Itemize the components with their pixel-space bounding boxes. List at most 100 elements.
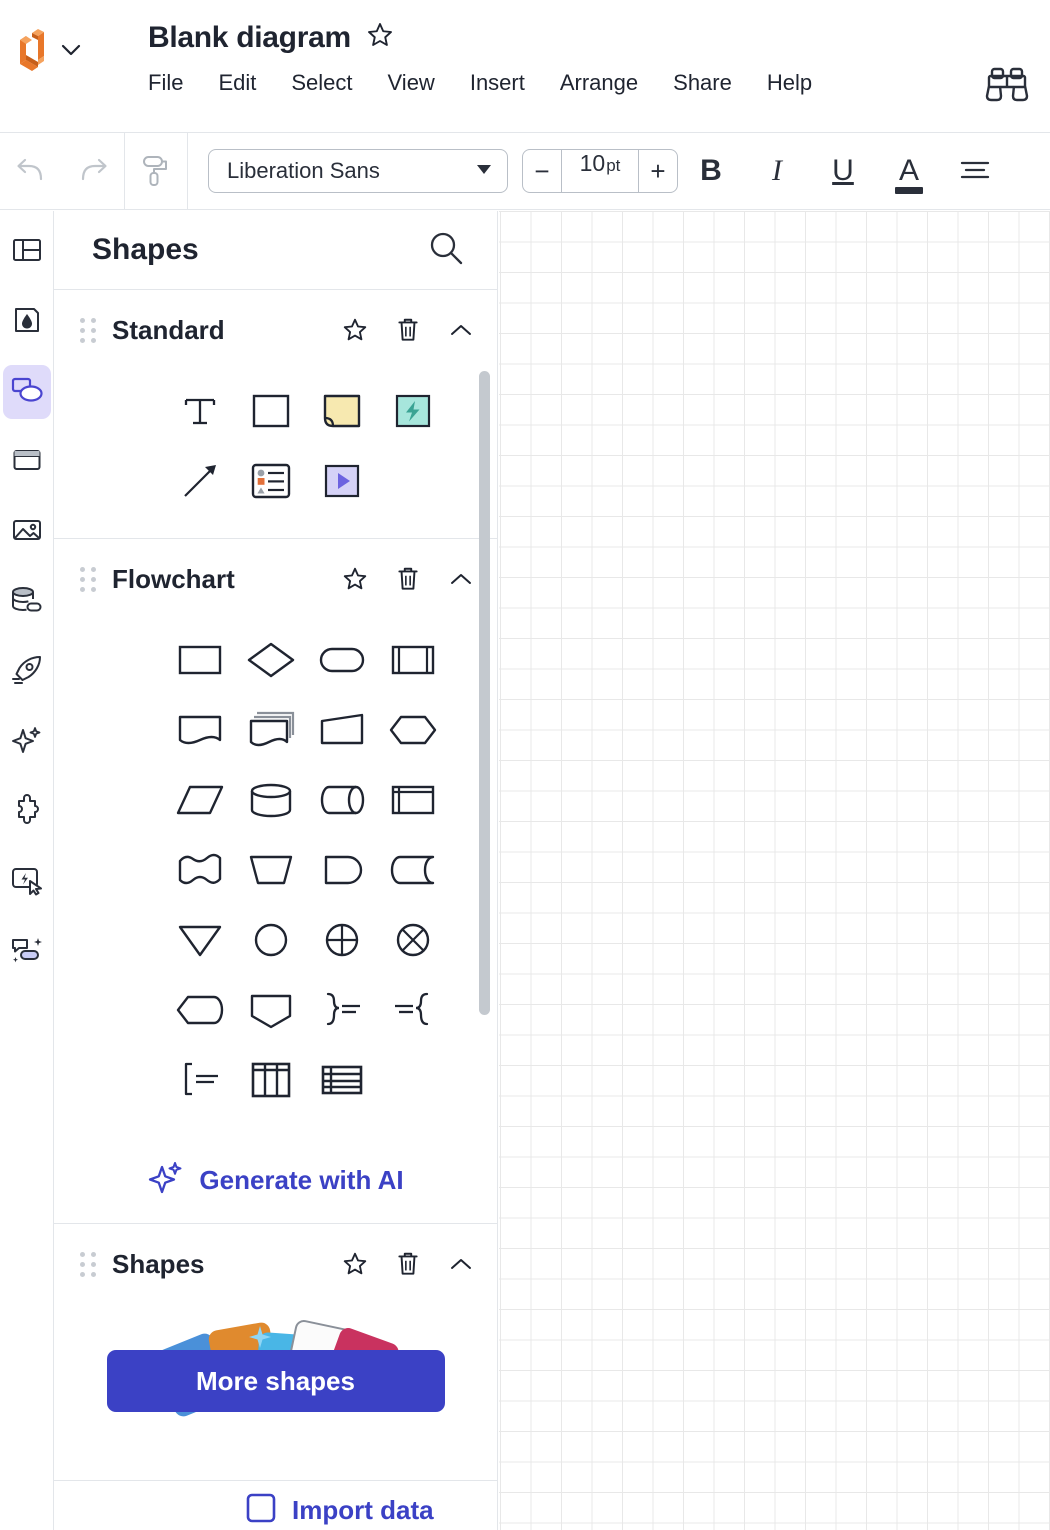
shape-terminator[interactable]: [306, 625, 377, 695]
shape-decision-diamond[interactable]: [235, 625, 306, 695]
shape-multi-document[interactable]: [235, 695, 306, 765]
chevron-up-icon[interactable]: [447, 570, 475, 588]
redo-arrow-icon[interactable]: [62, 132, 124, 210]
drag-handle-icon[interactable]: [80, 317, 102, 343]
shape-process-rectangle[interactable]: [164, 625, 235, 695]
sidebar-item-data-link[interactable]: [3, 575, 51, 629]
sidebar-item-rocket[interactable]: [3, 645, 51, 699]
menu-item-arrange[interactable]: Arrange: [560, 70, 638, 96]
shapes-icon: [10, 375, 44, 410]
trash-icon[interactable]: [395, 1250, 421, 1278]
trash-icon[interactable]: [395, 565, 421, 593]
flowchart-shape-grid: [54, 619, 497, 1137]
comments-ai-icon: [10, 935, 44, 970]
shape-connector-circle[interactable]: [235, 905, 306, 975]
menu-item-edit[interactable]: Edit: [218, 70, 256, 96]
trash-icon[interactable]: [395, 316, 421, 344]
sidebar-item-cards[interactable]: [3, 435, 51, 489]
menu-item-view[interactable]: View: [388, 70, 435, 96]
shape-internal-storage[interactable]: [377, 765, 448, 835]
bold-button[interactable]: B: [678, 132, 744, 210]
logo-menu-button[interactable]: [12, 26, 84, 79]
text-color-button[interactable]: A: [876, 132, 942, 210]
italic-button[interactable]: I: [744, 132, 810, 210]
font-family-value: Liberation Sans: [227, 158, 380, 183]
align-center-icon[interactable]: [942, 132, 1008, 210]
chevron-up-icon[interactable]: [447, 321, 475, 339]
shape-arrow-line[interactable]: [164, 446, 235, 516]
binoculars-icon[interactable]: [984, 64, 1030, 109]
shape-paper-tape[interactable]: [164, 835, 235, 905]
shape-database-cylinder[interactable]: [235, 765, 306, 835]
shape-display[interactable]: [306, 835, 377, 905]
shape-delay[interactable]: [164, 975, 235, 1045]
shape-bracket[interactable]: [164, 1045, 235, 1115]
star-outline-icon[interactable]: [365, 20, 395, 55]
menu-item-share[interactable]: Share: [673, 70, 732, 96]
drag-handle-icon[interactable]: [80, 566, 102, 592]
font-size-increase-button[interactable]: +: [639, 150, 677, 192]
shape-manual-operation[interactable]: [235, 835, 306, 905]
sidebar-item-comments-ai[interactable]: [3, 925, 51, 979]
star-outline-icon[interactable]: [341, 316, 369, 344]
shape-brace-right[interactable]: [306, 975, 377, 1045]
menu-item-select[interactable]: Select: [291, 70, 352, 96]
document-title-row: Blank diagram: [148, 20, 395, 55]
star-outline-icon[interactable]: [341, 1250, 369, 1278]
lucid-logo-icon: [12, 26, 52, 79]
more-shapes-button[interactable]: More shapes: [106, 1350, 445, 1412]
shape-slide[interactable]: [306, 446, 377, 516]
drag-handle-icon[interactable]: [80, 1251, 102, 1277]
shape-data-parallelogram[interactable]: [164, 765, 235, 835]
shape-table[interactable]: [306, 1045, 377, 1115]
shape-extract[interactable]: [235, 975, 306, 1045]
sidebar-item-integrations[interactable]: [3, 785, 51, 839]
shape-text[interactable]: [164, 376, 235, 446]
lucidchart-app: Blank diagram File Edit Select View Inse…: [0, 0, 1050, 1530]
sidebar-item-interactive-action[interactable]: [3, 855, 51, 909]
shapes-panel: Shapes Standard Flowchart Generate with …: [54, 211, 498, 1530]
sidebar-item-theme-fill[interactable]: [3, 295, 51, 349]
shape-rectangle[interactable]: [235, 376, 306, 446]
shapes-panel-header: Shapes: [54, 211, 497, 290]
font-size-value[interactable]: 10 pt: [561, 150, 639, 192]
shapes-panel-body: Standard Flowchart Generate with AI Shap…: [54, 290, 497, 1530]
sidebar-item-layout-templates[interactable]: [3, 225, 51, 279]
shape-summing-junction[interactable]: [377, 905, 448, 975]
shape-merge-triangle[interactable]: [164, 905, 235, 975]
generate-with-ai-button[interactable]: Generate with AI: [54, 1137, 497, 1223]
image-icon: [11, 514, 43, 551]
shape-predefined-process[interactable]: [377, 625, 448, 695]
sidebar-item-ai[interactable]: [3, 715, 51, 769]
undo-arrow-icon[interactable]: [0, 132, 62, 210]
section-standard-header: Standard: [54, 290, 497, 370]
shape-document[interactable]: [164, 695, 235, 765]
diagram-canvas[interactable]: [499, 211, 1050, 1530]
menu-item-file[interactable]: File: [148, 70, 183, 96]
sidebar-item-image[interactable]: [3, 505, 51, 559]
sidebar-item-shapes[interactable]: [3, 365, 51, 419]
underline-button[interactable]: U: [810, 132, 876, 210]
shape-stored-data[interactable]: [377, 835, 448, 905]
import-data-row[interactable]: Import data: [54, 1480, 497, 1530]
font-family-select[interactable]: Liberation Sans: [208, 149, 508, 193]
page-title[interactable]: Blank diagram: [148, 21, 351, 55]
shape-manual-input[interactable]: [306, 695, 377, 765]
menu-item-help[interactable]: Help: [767, 70, 812, 96]
shape-legend[interactable]: [235, 446, 306, 516]
shape-direct-data[interactable]: [306, 765, 377, 835]
chevron-up-icon[interactable]: [447, 1255, 475, 1273]
shape-or-circle[interactable]: [306, 905, 377, 975]
shape-preparation-hexagon[interactable]: [377, 695, 448, 765]
panel-scrollbar[interactable]: [479, 371, 490, 1015]
paint-roller-icon[interactable]: [125, 132, 187, 210]
card-sparkle: [247, 1324, 273, 1350]
shape-parallel-mode[interactable]: [235, 1045, 306, 1115]
shape-action-lightning[interactable]: [377, 376, 448, 446]
search-icon[interactable]: [427, 229, 465, 272]
menu-item-insert[interactable]: Insert: [470, 70, 525, 96]
font-size-decrease-button[interactable]: −: [523, 150, 561, 192]
shape-sticky-note[interactable]: [306, 376, 377, 446]
star-outline-icon[interactable]: [341, 565, 369, 593]
shape-brace-left[interactable]: [377, 975, 448, 1045]
